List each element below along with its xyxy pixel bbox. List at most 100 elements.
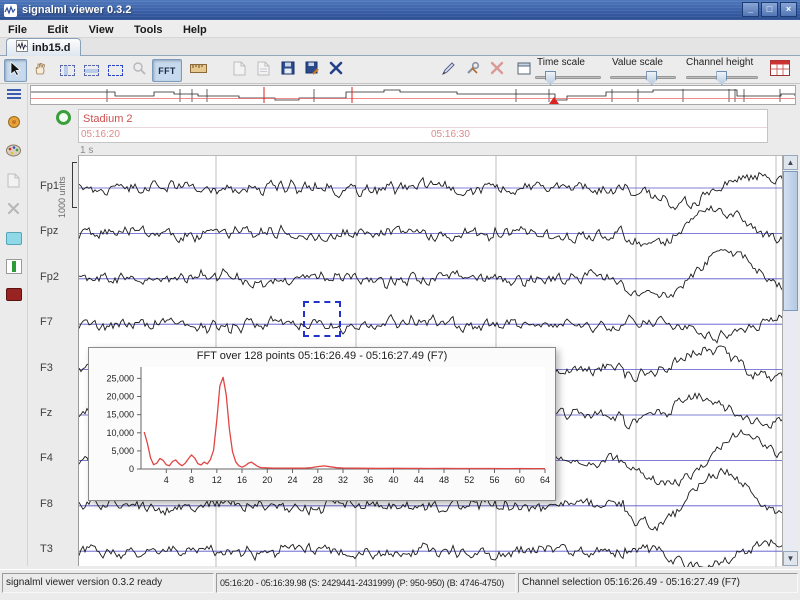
svg-text:20,000: 20,000	[106, 392, 134, 402]
svg-text:12: 12	[212, 475, 222, 485]
gray-x-icon	[7, 202, 20, 220]
fft-popup[interactable]: FFT over 128 points 05:16:26.49 - 05:16:…	[88, 347, 556, 501]
timestamp-start: 05:16:20	[81, 129, 120, 140]
select-time-button[interactable]	[56, 59, 79, 82]
channel-label-f4[interactable]: F4	[40, 452, 74, 464]
value-scale-label: Value scale	[612, 57, 663, 68]
fft-tool-button[interactable]: FFT	[152, 59, 182, 82]
svg-text:20: 20	[262, 475, 272, 485]
open-document-button[interactable]	[252, 59, 275, 82]
channel-height-slider[interactable]	[686, 76, 758, 79]
channel-label-fp1[interactable]: Fp1	[40, 180, 74, 192]
time-scale-slider[interactable]	[535, 76, 601, 79]
delete-tag-button[interactable]	[2, 199, 25, 222]
time-axis-row: 05:16:20 05:16:30	[79, 128, 767, 142]
svg-text:32: 32	[338, 475, 348, 485]
close-button[interactable]: ×	[780, 2, 797, 17]
select-tool-button[interactable]	[4, 59, 27, 82]
value-scale-slider[interactable]	[610, 76, 676, 79]
channel-label-fz[interactable]: Fz	[40, 407, 74, 419]
channel-label-fpz[interactable]: Fpz	[40, 225, 74, 237]
svg-text:60: 60	[515, 475, 525, 485]
palette-button[interactable]	[2, 141, 25, 164]
document-icon	[7, 173, 20, 193]
save-button[interactable]	[276, 59, 299, 82]
svg-text:52: 52	[464, 475, 474, 485]
channel-label-f7[interactable]: F7	[40, 316, 74, 328]
select-channel-button[interactable]	[80, 59, 103, 82]
channel-label-f8[interactable]: F8	[40, 498, 74, 510]
add-tag-button[interactable]	[56, 110, 71, 125]
status-page-info: 05:16:20 - 05:16:39.98 (S: 2429441-24319…	[216, 573, 516, 593]
stage-label: Stadium 2	[79, 110, 767, 128]
tab-inb15[interactable]: inb15.d	[6, 38, 81, 56]
panel-layout-button[interactable]	[512, 59, 535, 82]
channel-label-f3[interactable]: F3	[40, 362, 74, 374]
annotation-panel: Stadium 2 05:16:20 05:16:30	[78, 109, 768, 143]
cyan-tag-swatch-button[interactable]	[2, 227, 25, 250]
svg-text:44: 44	[414, 475, 424, 485]
cursor-arrow-icon	[8, 61, 23, 81]
minimize-button[interactable]: _	[742, 2, 759, 17]
channel-label-fp2[interactable]: Fp2	[40, 271, 74, 283]
montage-button[interactable]	[2, 85, 25, 108]
menu-help[interactable]: Help	[175, 21, 215, 39]
red-bar-icon	[6, 288, 22, 301]
cyan-swatch-icon	[6, 232, 22, 245]
overview-position-marker[interactable]	[549, 97, 559, 104]
signal-overview-strip[interactable]	[30, 85, 796, 105]
tab-label: inb15.d	[32, 42, 71, 54]
channel-selection-rect[interactable]	[303, 301, 341, 337]
montage-lines-icon	[6, 87, 22, 106]
svg-text:4: 4	[164, 475, 169, 485]
close-document-x-icon	[329, 61, 343, 80]
red-x-icon	[490, 61, 504, 80]
statusbar: signalml viewer version 0.3.2 ready 05:1…	[0, 569, 800, 600]
maximize-button[interactable]: □	[761, 2, 778, 17]
vertical-scrollbar[interactable]: ▲ ▼	[782, 155, 798, 566]
svg-text:8: 8	[189, 475, 194, 485]
channel-height-label: Channel height	[686, 57, 753, 68]
table-view-button[interactable]	[768, 59, 791, 82]
menu-file[interactable]: File	[0, 21, 35, 39]
window-title: signalml viewer 0.3.2	[22, 4, 131, 16]
channel-label-t3[interactable]: T3	[40, 543, 74, 555]
floppy-disk-icon	[281, 61, 295, 80]
hand-icon	[33, 61, 48, 81]
tag-document-button[interactable]	[2, 171, 25, 194]
titlebar: signalml viewer 0.3.2 _ □ ×	[0, 0, 800, 20]
scrollbar-thumb[interactable]	[783, 171, 798, 311]
status-selection-info: Channel selection 05:16:26.49 - 05:16:27…	[518, 573, 798, 593]
status-app: signalml viewer version 0.3.2 ready	[2, 573, 214, 593]
red-tag-swatch-button[interactable]	[2, 283, 25, 306]
signal-file-icon	[16, 40, 28, 55]
green-tag-swatch-button[interactable]	[2, 255, 25, 278]
select-time-icon	[60, 65, 75, 76]
select-block-button[interactable]	[104, 59, 127, 82]
svg-text:0: 0	[129, 464, 134, 474]
pan-tool-button[interactable]	[29, 59, 52, 82]
magnifier-icon	[132, 61, 147, 81]
scroll-up-button[interactable]: ▲	[783, 155, 798, 170]
scroll-down-button[interactable]: ▼	[783, 551, 798, 566]
svg-text:15,000: 15,000	[106, 410, 134, 420]
tag-sign-button[interactable]	[437, 59, 460, 82]
menu-tools[interactable]: Tools	[126, 21, 171, 39]
svg-text:24: 24	[287, 475, 297, 485]
zoom-tool-button[interactable]	[128, 59, 151, 82]
window-panel-icon	[517, 62, 531, 80]
tools-settings-button[interactable]	[461, 59, 484, 82]
fft-popup-title: FFT over 128 points 05:16:26.49 - 05:16:…	[89, 348, 555, 365]
close-document-button[interactable]	[324, 59, 347, 82]
ruler-tool-button[interactable]	[187, 59, 210, 82]
menu-edit[interactable]: Edit	[39, 21, 76, 39]
app-window: signalml viewer 0.3.2 _ □ × File Edit Vi…	[0, 0, 800, 600]
orange-tag-icon	[7, 115, 21, 134]
overview-hypnogram	[31, 86, 795, 104]
blank-page-icon	[233, 61, 246, 81]
save-as-button[interactable]	[300, 59, 323, 82]
tag-stage-button[interactable]	[2, 113, 25, 136]
remove-tag-button[interactable]	[485, 59, 508, 82]
menu-view[interactable]: View	[81, 21, 122, 39]
new-document-button[interactable]	[228, 59, 251, 82]
